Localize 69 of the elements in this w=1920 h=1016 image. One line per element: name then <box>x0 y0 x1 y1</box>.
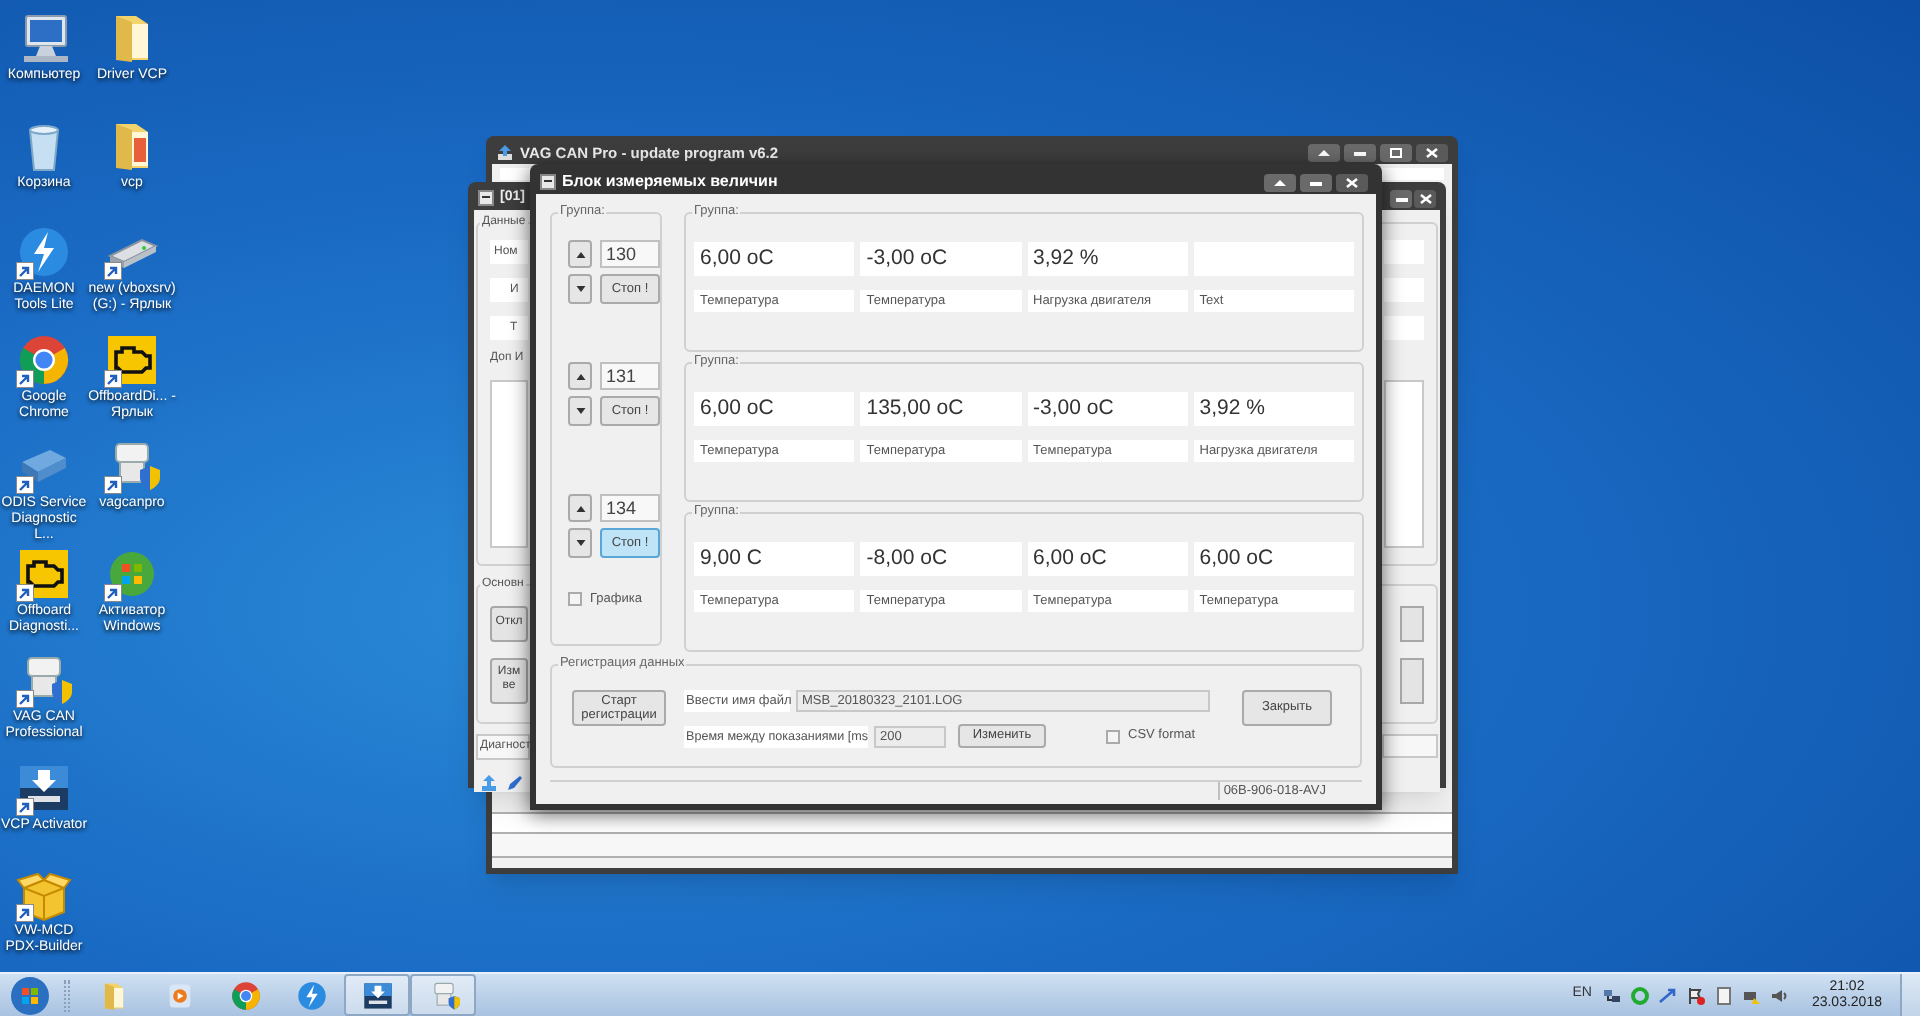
taskbar-button[interactable] <box>344 974 410 1016</box>
window-up-button[interactable] <box>1308 144 1340 162</box>
pen-icon <box>506 773 524 791</box>
value-field: 6,00 oC <box>694 392 855 426</box>
number-field[interactable]: 131 <box>600 362 660 390</box>
windows-orb-icon <box>10 975 50 1015</box>
close-icon <box>1344 175 1360 189</box>
window-menu-icon <box>478 190 494 207</box>
checkbox[interactable] <box>1106 729 1120 743</box>
window-menu-icon <box>540 174 556 190</box>
arrow-icon <box>1657 985 1678 1005</box>
close-icon <box>1417 191 1433 206</box>
spin-down-button[interactable] <box>568 274 592 304</box>
minimize-button[interactable] <box>1390 189 1412 208</box>
lightning-icon <box>16 224 72 280</box>
close-button[interactable] <box>1336 173 1368 191</box>
checkbox[interactable] <box>568 592 582 607</box>
up-arrow-icon <box>575 505 585 511</box>
close-button[interactable] <box>1414 189 1436 208</box>
info-field <box>1384 277 1424 301</box>
up-arrow-icon <box>1316 146 1332 160</box>
value-field: 6,00 oC <box>694 242 855 276</box>
close-icon <box>1424 146 1440 160</box>
value-field: 9,00 C <box>694 542 855 576</box>
value-field: -8,00 oC <box>860 542 1021 576</box>
ring-icon <box>1629 985 1650 1005</box>
info-field <box>1384 239 1424 263</box>
down-arrow-icon <box>575 408 585 414</box>
spin-up-button[interactable] <box>568 240 592 268</box>
down-arrow-icon <box>575 540 585 546</box>
spin-down-button[interactable] <box>568 528 592 558</box>
engine-icon <box>16 545 72 601</box>
value-field: -3,00 oC <box>860 242 1021 276</box>
value-field: -3,00 oC <box>1027 392 1188 426</box>
value-field: 3,92 % <box>1027 242 1188 276</box>
number-field[interactable]: 130 <box>600 240 660 268</box>
engine-icon <box>104 331 160 387</box>
start-button[interactable] <box>8 975 52 1015</box>
round-logo-icon <box>16 331 72 387</box>
value-field: 6,00 oC <box>1027 542 1188 576</box>
value-field: 135,00 oC <box>860 392 1021 426</box>
flag-icon <box>1685 985 1706 1005</box>
maximize-icon <box>1388 146 1404 160</box>
speaker-icon <box>1769 985 1790 1005</box>
network-icon <box>1601 985 1622 1005</box>
minimize-button[interactable] <box>1344 144 1376 162</box>
close-button[interactable] <box>1416 144 1448 162</box>
value-field: 3,92 % <box>1193 392 1354 426</box>
up-arrow-icon <box>1272 175 1288 189</box>
up-arrow-icon <box>575 373 585 379</box>
upload-icon <box>480 773 498 791</box>
up-arrow-icon <box>575 251 585 257</box>
value-field: 6,00 oC <box>1193 542 1354 576</box>
number-field[interactable]: 134 <box>600 494 660 522</box>
lightning-icon <box>295 979 327 1011</box>
spin-up-button[interactable] <box>568 494 592 522</box>
maximize-button[interactable] <box>1380 144 1412 162</box>
down-arrow-icon <box>575 286 585 292</box>
upload-icon <box>496 144 514 162</box>
document-icon <box>1713 985 1734 1005</box>
minimize-button[interactable] <box>1300 173 1332 191</box>
window-up-button[interactable] <box>1264 173 1296 191</box>
spin-up-button[interactable] <box>568 362 592 390</box>
spin-down-button[interactable] <box>568 396 592 426</box>
download-icon <box>361 979 393 1011</box>
window-title: Блок измеряемых величин <box>562 170 778 194</box>
info-field <box>1384 315 1424 339</box>
round-logo-icon <box>229 979 261 1011</box>
minimize-icon <box>1352 146 1368 160</box>
